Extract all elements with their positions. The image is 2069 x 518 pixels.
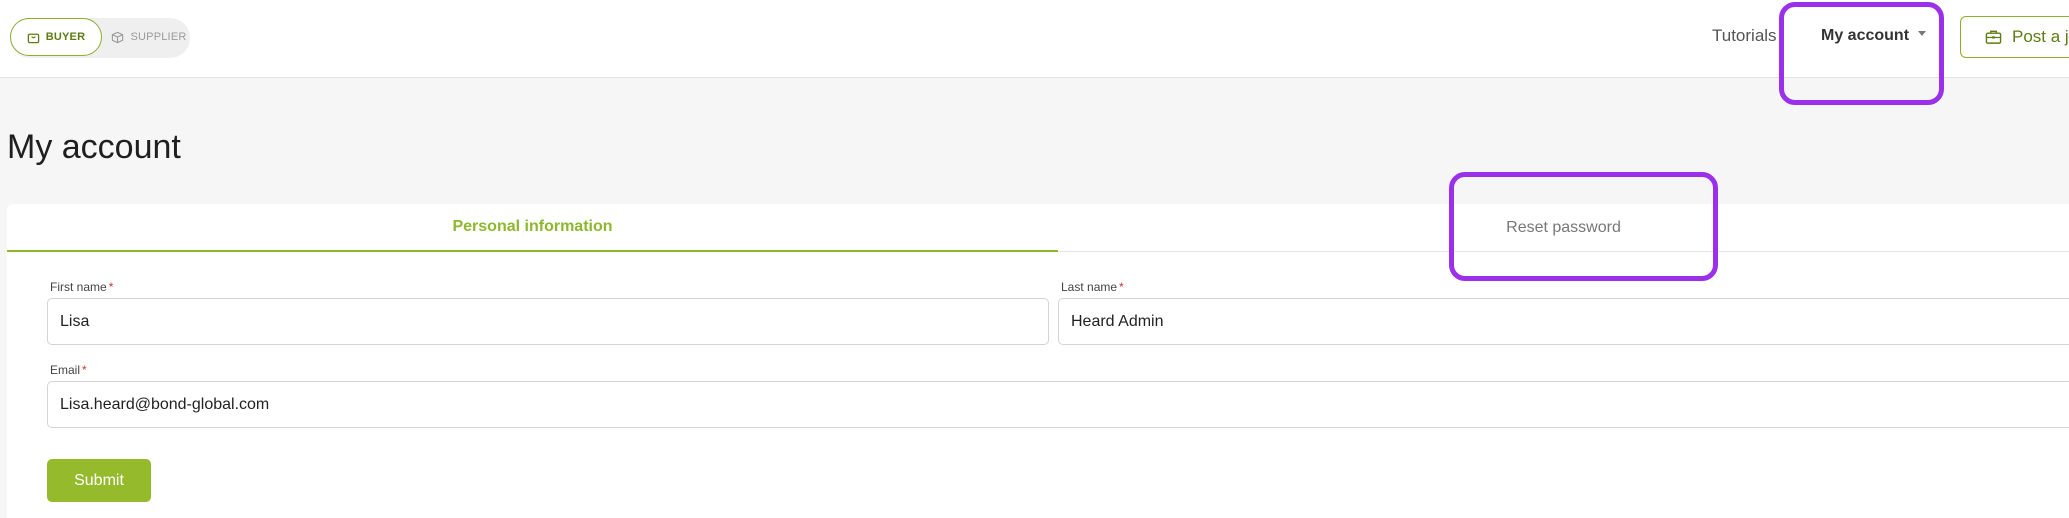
email-label: Email * bbox=[50, 363, 87, 377]
nav-tutorials[interactable]: Tutorials bbox=[1712, 26, 1777, 46]
caret-down-icon bbox=[1918, 31, 1927, 37]
buyer-label: BUYER bbox=[45, 31, 86, 43]
tab-reset-password[interactable]: Reset password bbox=[1058, 204, 2069, 252]
post-job-label: Post a j bbox=[2012, 27, 2069, 46]
nav-my-account-label: My account bbox=[1821, 27, 1910, 44]
email-input[interactable] bbox=[47, 381, 2069, 428]
required-mark: * bbox=[108, 280, 114, 294]
first-name-label-text: First name bbox=[50, 280, 107, 294]
account-card: Personal information Reset password Firs… bbox=[7, 204, 2069, 518]
nav-my-account[interactable]: My account bbox=[1821, 27, 1927, 45]
page-title: My account bbox=[7, 128, 181, 166]
briefcase-icon bbox=[1985, 30, 2002, 44]
post-job-button[interactable]: Post a j bbox=[1960, 16, 2069, 58]
buyer-toggle[interactable]: BUYER bbox=[10, 18, 102, 56]
supplier-label: SUPPLIER bbox=[130, 31, 187, 43]
top-header: BUYER SUPPLIER Tutorials My account Post… bbox=[0, 0, 2069, 78]
tab-personal-information[interactable]: Personal information bbox=[7, 204, 1058, 252]
last-name-label-text: Last name bbox=[1061, 280, 1118, 294]
page: BUYER SUPPLIER Tutorials My account Post… bbox=[0, 0, 2069, 518]
first-name-input[interactable] bbox=[47, 298, 1049, 345]
submit-button[interactable]: Submit bbox=[47, 459, 151, 502]
required-mark: * bbox=[1119, 280, 1124, 294]
email-label-text: Email bbox=[50, 363, 81, 377]
shopping-bag-icon bbox=[27, 33, 39, 43]
role-toggle: BUYER SUPPLIER bbox=[10, 18, 190, 58]
last-name-input[interactable] bbox=[1058, 298, 2069, 345]
supplier-toggle[interactable]: SUPPLIER bbox=[108, 18, 190, 56]
first-name-label: First name * bbox=[50, 280, 113, 294]
required-mark: * bbox=[82, 363, 87, 377]
last-name-label: Last name * bbox=[1061, 280, 1124, 294]
box-icon bbox=[112, 31, 124, 43]
